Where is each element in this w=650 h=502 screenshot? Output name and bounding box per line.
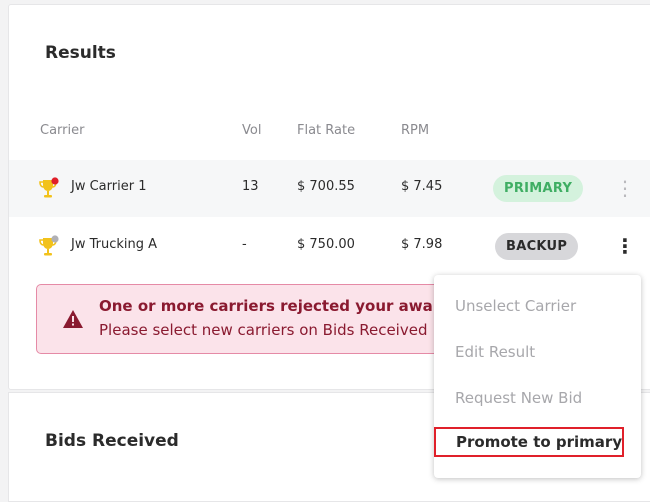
warning-icon	[63, 310, 83, 328]
column-carrier: Carrier	[40, 123, 85, 138]
status-dot	[51, 235, 59, 243]
more-options-icon[interactable]: ⋮	[615, 234, 635, 258]
bids-received-title: Bids Received	[45, 431, 179, 451]
alert-title: One or more carriers rejected your award	[99, 297, 451, 315]
carrier-name: Jw Trucking A	[71, 237, 158, 252]
carrier-name: Jw Carrier 1	[71, 179, 147, 194]
flat-rate-value: $ 700.55	[297, 179, 355, 194]
table-row[interactable]: Jw Trucking A - $ 750.00 $ 7.98 BACKUP ⋮	[9, 218, 650, 275]
trophy-icon	[39, 177, 59, 198]
status-dot	[51, 177, 59, 185]
flat-rate-value: $ 750.00	[297, 237, 355, 252]
menu-item-request-new-bid[interactable]: Request New Bid	[455, 389, 582, 407]
menu-item-edit-result[interactable]: Edit Result	[455, 343, 535, 361]
status-badge: BACKUP	[495, 233, 579, 260]
more-options-icon[interactable]: ⋮	[615, 176, 635, 200]
rejection-alert: One or more carriers rejected your award…	[36, 284, 476, 354]
menu-item-unselect-carrier[interactable]: Unselect Carrier	[455, 297, 576, 315]
status-badge: PRIMARY	[493, 175, 584, 202]
vol-value: -	[242, 237, 247, 252]
alert-message: Please select new carriers on Bids Recei…	[99, 321, 428, 339]
row-actions-menu: Unselect Carrier Edit Result Request New…	[434, 275, 641, 478]
vol-value: 13	[242, 179, 259, 194]
results-title: Results	[45, 43, 116, 63]
trophy-icon	[39, 235, 59, 256]
rpm-value: $ 7.45	[401, 179, 443, 194]
column-rpm: RPM	[401, 123, 430, 138]
column-vol: Vol	[242, 123, 262, 138]
column-flat-rate: Flat Rate	[297, 123, 356, 138]
menu-item-promote-to-primary[interactable]: Promote to primary	[434, 427, 624, 457]
rpm-value: $ 7.98	[401, 237, 443, 252]
table-row[interactable]: Jw Carrier 1 13 $ 700.55 $ 7.45 PRIMARY …	[9, 160, 650, 217]
